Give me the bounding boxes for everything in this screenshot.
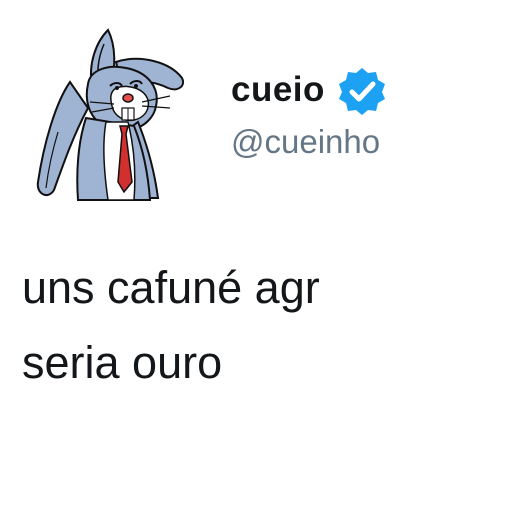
tweet-text-line-1: uns cafuné agr — [22, 262, 320, 313]
tweet-text: uns cafuné agr seria ouro — [22, 250, 492, 400]
author-handle[interactable]: @cueinho — [231, 122, 387, 162]
tweet-author: cueio @cueinho — [231, 66, 387, 162]
author-name-row: cueio — [231, 66, 387, 115]
tweet-text-line-2: seria ouro — [22, 337, 223, 388]
verified-badge-icon — [338, 68, 385, 115]
tweet-card: cueio @cueinho uns cafuné agr seria ouro — [0, 0, 512, 512]
bugs-bunny-avatar[interactable] — [30, 22, 200, 204]
author-display-name[interactable]: cueio — [231, 66, 325, 114]
